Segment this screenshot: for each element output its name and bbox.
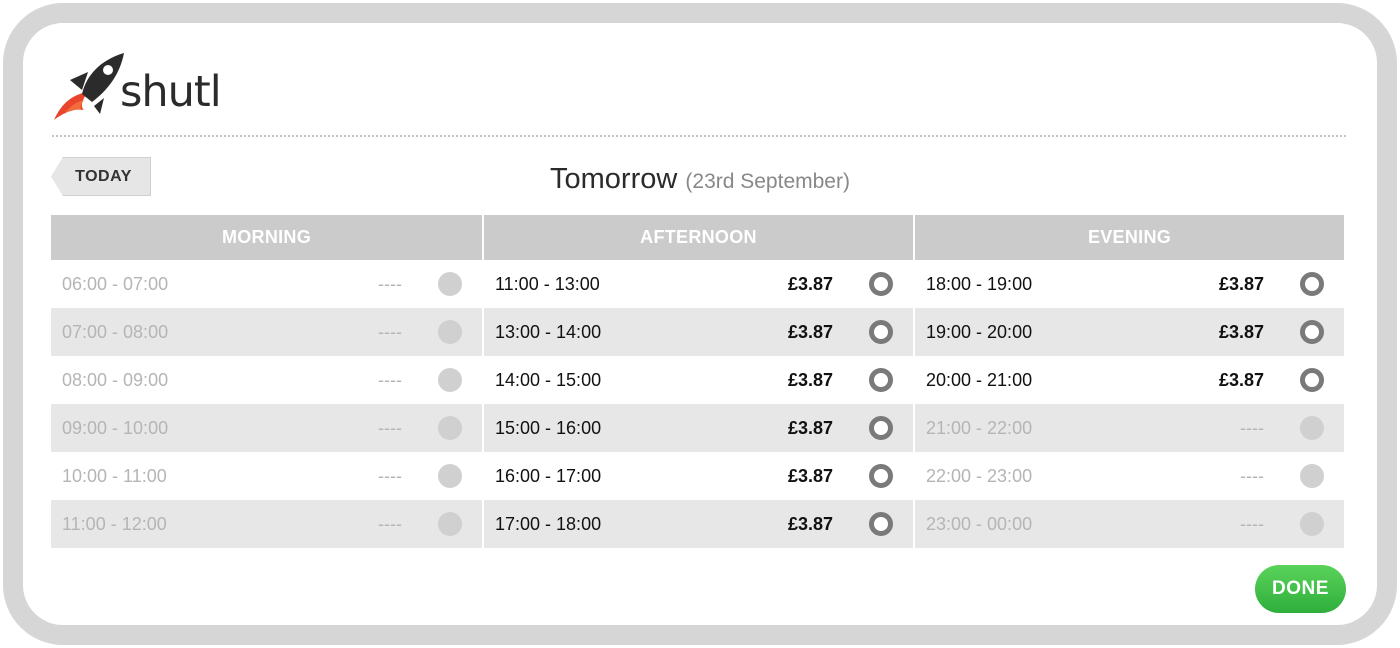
timeslot-row[interactable]: 16:00 - 17:00 £3.87 <box>484 452 913 500</box>
timeslot-row: 07:00 - 08:00 ---- <box>51 308 482 356</box>
timeslot-row[interactable]: 17:00 - 18:00 £3.87 <box>484 500 913 548</box>
column-header: MORNING <box>51 215 482 260</box>
timeslot-grid: MORNING 06:00 - 07:00 ---- 07:00 - 08:00 ---… <box>51 215 1346 548</box>
timeslot-time: 19:00 - 20:00 <box>926 321 1033 342</box>
timeslot-row[interactable]: 19:00 - 20:00 £3.87 <box>915 308 1344 356</box>
timeslot-price: ---- <box>378 417 402 438</box>
timeslot-radio[interactable] <box>869 464 893 488</box>
timeslot-time: 14:00 - 15:00 <box>495 369 602 390</box>
timeslot-time: 11:00 - 12:00 <box>62 513 167 534</box>
timeslot-radio[interactable] <box>869 368 893 392</box>
timeslot-radio <box>438 416 462 440</box>
timeslot-time: 20:00 - 21:00 <box>926 369 1033 390</box>
timeslot-row: 10:00 - 11:00 ---- <box>51 452 482 500</box>
timeslot-row: 22:00 - 23:00 ---- <box>915 452 1344 500</box>
column-evening: EVENING 18:00 - 19:00 £3.87 19:00 - 20:00 £3… <box>913 215 1344 548</box>
timeslot-radio <box>1300 512 1324 536</box>
timeslot-radio <box>1300 464 1324 488</box>
timeslot-radio[interactable] <box>1300 320 1324 344</box>
timeslot-price: £3.87 <box>787 417 833 438</box>
timeslot-time: 11:00 - 13:00 <box>495 273 600 294</box>
timeslot-time: 06:00 - 07:00 <box>62 273 169 294</box>
timeslot-time: 17:00 - 18:00 <box>495 513 602 534</box>
timeslot-price: £3.87 <box>1218 321 1264 342</box>
timeslot-radio[interactable] <box>1300 368 1324 392</box>
timeslot-radio[interactable] <box>869 272 893 296</box>
column-afternoon: AFTERNOON 11:00 - 13:00 £3.87 13:00 - 14:00… <box>482 215 913 548</box>
timeslot-price: ---- <box>1240 465 1264 486</box>
timeslot-time: 08:00 - 09:00 <box>62 369 169 390</box>
timeslot-price: £3.87 <box>1218 273 1264 294</box>
timeslot-time: 16:00 - 17:00 <box>495 465 602 486</box>
timeslot-price: ---- <box>378 273 402 294</box>
timeslot-row[interactable]: 13:00 - 14:00 £3.87 <box>484 308 913 356</box>
date-label: (23rd September) <box>685 170 850 193</box>
timeslot-time: 22:00 - 23:00 <box>926 465 1033 486</box>
timeslot-time: 23:00 - 00:00 <box>926 513 1033 534</box>
timeslot-price: £3.87 <box>787 321 833 342</box>
timeslot-price: ---- <box>1240 417 1264 438</box>
timeslot-price: ---- <box>378 369 402 390</box>
timeslot-price: £3.87 <box>787 513 833 534</box>
timeslot-radio <box>438 512 462 536</box>
timeslot-time: 21:00 - 22:00 <box>926 417 1033 438</box>
timeslot-price: ---- <box>378 321 402 342</box>
page-title: Tomorrow (23rd September) <box>0 160 1400 201</box>
day-label: Tomorrow <box>550 163 678 195</box>
timeslot-time: 07:00 - 08:00 <box>62 321 169 342</box>
timeslot-row: 09:00 - 10:00 ---- <box>51 404 482 452</box>
timeslot-row[interactable]: 20:00 - 21:00 £3.87 <box>915 356 1344 404</box>
brand-name: shutl <box>120 67 222 117</box>
timeslot-row[interactable]: 11:00 - 13:00 £3.87 <box>484 260 913 308</box>
timeslot-radio <box>438 368 462 392</box>
timeslot-price: £3.87 <box>1218 369 1264 390</box>
column-header: AFTERNOON <box>484 215 913 260</box>
timeslot-row: 11:00 - 12:00 ---- <box>51 500 482 548</box>
timeslot-price: ---- <box>1240 513 1264 534</box>
column-morning: MORNING 06:00 - 07:00 ---- 07:00 - 08:00 ---… <box>51 215 482 548</box>
timeslot-radio[interactable] <box>869 320 893 344</box>
timeslot-row[interactable]: 15:00 - 16:00 £3.87 <box>484 404 913 452</box>
timeslot-price: £3.87 <box>787 369 833 390</box>
timeslot-price: ---- <box>378 513 402 534</box>
timeslot-row: 21:00 - 22:00 ---- <box>915 404 1344 452</box>
timeslot-row: 06:00 - 07:00 ---- <box>51 260 482 308</box>
timeslot-row: 08:00 - 09:00 ---- <box>51 356 482 404</box>
timeslot-price: £3.87 <box>787 465 833 486</box>
timeslot-row[interactable]: 14:00 - 15:00 £3.87 <box>484 356 913 404</box>
timeslot-time: 10:00 - 11:00 <box>62 465 167 486</box>
column-header: EVENING <box>915 215 1344 260</box>
done-button[interactable]: DONE <box>1255 565 1346 613</box>
timeslot-radio <box>1300 416 1324 440</box>
timeslot-time: 18:00 - 19:00 <box>926 273 1033 294</box>
header-divider <box>52 135 1346 137</box>
timeslot-price: £3.87 <box>787 273 833 294</box>
timeslot-price: ---- <box>378 465 402 486</box>
timeslot-time: 15:00 - 16:00 <box>495 417 602 438</box>
timeslot-radio <box>438 272 462 296</box>
timeslot-row[interactable]: 18:00 - 19:00 £3.87 <box>915 260 1344 308</box>
timeslot-time: 09:00 - 10:00 <box>62 417 169 438</box>
timeslot-row: 23:00 - 00:00 ---- <box>915 500 1344 548</box>
timeslot-radio <box>438 320 462 344</box>
timeslot-radio[interactable] <box>1300 272 1324 296</box>
timeslot-radio <box>438 464 462 488</box>
timeslot-time: 13:00 - 14:00 <box>495 321 602 342</box>
timeslot-radio[interactable] <box>869 416 893 440</box>
timeslot-radio[interactable] <box>869 512 893 536</box>
